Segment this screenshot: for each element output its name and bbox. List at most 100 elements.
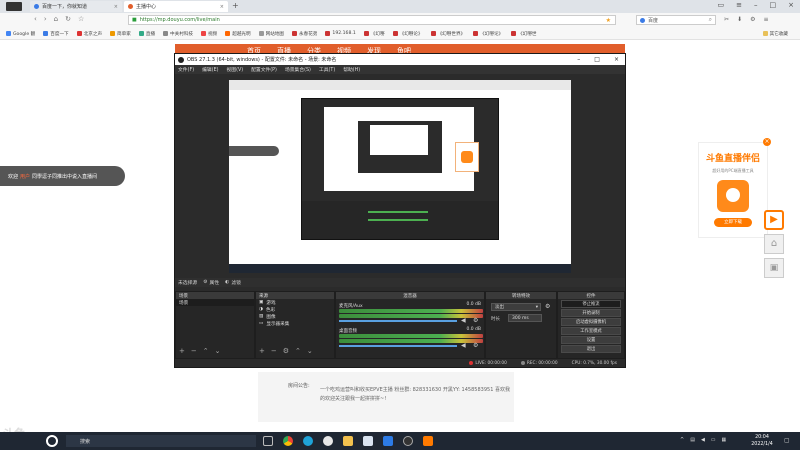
forward-icon[interactable]: › — [44, 15, 47, 23]
scene-item[interactable]: 场景 — [176, 299, 254, 306]
start-recording-button[interactable]: 开始录制 — [561, 309, 621, 317]
obs-preview-canvas[interactable] — [229, 80, 571, 273]
bookmark-item[interactable]: 超越光明 — [225, 31, 251, 37]
close-window-button[interactable]: × — [614, 56, 619, 63]
battery-icon[interactable]: ▭ — [711, 437, 716, 443]
bookmark-item[interactable]: 直播 — [138, 31, 155, 37]
back-icon[interactable]: ‹ — [34, 15, 37, 23]
menu-icon[interactable]: ≡ — [763, 16, 768, 23]
notification-icon[interactable]: ▢ — [784, 437, 790, 444]
source-item[interactable]: ▨ 图像 — [256, 313, 334, 320]
extension-icon[interactable]: ⚙ — [750, 16, 755, 23]
bookmark-item[interactable]: 北京之声 — [76, 31, 102, 37]
stop-streaming-button[interactable]: 停止推流 — [561, 300, 621, 308]
source-item[interactable]: ▭ 显示器采集 — [256, 320, 334, 327]
bookmark-item[interactable]: 《幻嘢 — [363, 31, 385, 37]
move-down-icon[interactable]: ⌄ — [307, 347, 313, 355]
menu-tools[interactable]: 工具(T) — [319, 66, 335, 73]
bookmark-item[interactable]: 《幻嘢论》 — [392, 31, 423, 37]
bookmark-item[interactable]: 《幻嘢论》 — [473, 31, 503, 37]
extension-icon[interactable]: ⬇ — [737, 16, 742, 23]
add-icon[interactable]: + — [259, 347, 265, 355]
speaker-icon[interactable]: ◀ — [461, 317, 466, 324]
obs-taskbar-icon[interactable] — [403, 436, 413, 446]
menu-profile[interactable]: 配置文件(P) — [251, 66, 277, 73]
menu-view[interactable]: 视图(V) — [226, 66, 243, 73]
add-icon[interactable]: + — [179, 347, 185, 355]
bookmark-item[interactable]: 《幻嘢世界》 — [430, 31, 465, 37]
minimize-button[interactable]: – — [754, 1, 758, 9]
volume-slider[interactable] — [339, 345, 457, 347]
menu-scene-collection[interactable]: 场景集合(S) — [285, 66, 311, 73]
chevron-up-icon[interactable]: ^ — [680, 437, 684, 443]
studio-mode-button[interactable]: 工作室模式 — [561, 327, 621, 335]
bookmark-item[interactable]: 百度一下 — [43, 31, 69, 37]
source-item[interactable]: ▣ 游戏 — [256, 299, 334, 306]
url-field[interactable]: ■ https://mp.douyu.com/live/main ★ — [128, 15, 616, 25]
settings-button[interactable]: 设置 — [561, 336, 621, 344]
chrome-icon[interactable] — [283, 436, 293, 446]
tab-baidu[interactable]: 百度一下，你就知道 × — [30, 1, 122, 12]
promo-close-icon[interactable]: × — [763, 138, 771, 146]
bookmark-item[interactable]: 视频 — [201, 31, 217, 37]
transition-settings-icon[interactable]: ⚙ — [545, 303, 550, 310]
reload-icon[interactable]: ↻ — [65, 15, 71, 23]
close-icon[interactable]: × — [114, 4, 118, 10]
menu-edit[interactable]: 编辑(E) — [202, 66, 218, 73]
move-down-icon[interactable]: ⌄ — [215, 347, 221, 355]
bookmark-item[interactable]: 192.168.1 — [325, 31, 356, 36]
taskbar-search[interactable]: 搜索 — [66, 435, 256, 447]
menu-icon[interactable]: ≡ — [736, 1, 742, 9]
volume-slider[interactable] — [339, 320, 457, 322]
bookmark-star-icon[interactable]: ★ — [606, 17, 611, 24]
app-side-button[interactable]: ▣ — [764, 258, 784, 278]
app-icon[interactable] — [363, 436, 373, 446]
exit-button[interactable]: 退出 — [561, 345, 621, 353]
maximize-button[interactable]: □ — [770, 1, 777, 9]
volume-icon[interactable]: ◀ — [701, 437, 705, 443]
tab-anchor-center[interactable]: 主播中心 × — [124, 1, 228, 12]
virtual-camera-button[interactable]: 启动虚拟摄像机 — [561, 318, 621, 326]
video-side-button[interactable]: ▶ — [764, 210, 784, 230]
source-item[interactable]: ◑ 色彩 — [256, 306, 334, 313]
bookmark-item[interactable]: 中关村科技 — [163, 31, 193, 37]
remove-icon[interactable]: − — [191, 347, 197, 355]
promo-download-button[interactable]: 立即下载 — [714, 218, 752, 227]
extension-icon[interactable]: ✂ — [724, 16, 729, 23]
edge-icon[interactable] — [303, 436, 313, 446]
move-up-icon[interactable]: ⌃ — [203, 347, 209, 355]
bookmark-item[interactable]: 简单家 — [110, 31, 131, 37]
minimize-button[interactable]: – — [577, 56, 580, 63]
network-icon[interactable]: ▤ — [690, 437, 695, 443]
home-icon[interactable]: ⌂ — [54, 15, 58, 23]
keyboard-icon[interactable]: ▦ — [722, 437, 727, 443]
search-box[interactable]: 百度 ⌕ — [636, 15, 716, 25]
menu-file[interactable]: 文件(F) — [178, 66, 194, 73]
filters-button[interactable]: ◐ 滤镜 — [225, 279, 241, 286]
menu-help[interactable]: 帮助(H) — [343, 66, 360, 73]
app-icon[interactable] — [383, 436, 393, 446]
duration-input[interactable]: 300 ms — [508, 314, 542, 322]
search-icon[interactable]: ⌕ — [709, 16, 712, 24]
gear-icon[interactable]: ⚙ — [473, 342, 478, 349]
move-up-icon[interactable]: ⌃ — [295, 347, 301, 355]
gear-icon[interactable]: ⚙ — [473, 317, 478, 324]
skin-icon[interactable]: ▭ — [718, 1, 725, 9]
app-icon[interactable] — [323, 436, 333, 446]
douyu-taskbar-icon[interactable] — [423, 436, 433, 446]
taskbar-clock[interactable]: 20:04 2022/1/4 — [748, 434, 776, 448]
other-bookmarks[interactable]: 其它收藏 — [762, 31, 788, 37]
close-icon[interactable]: × — [220, 4, 224, 10]
task-view-icon[interactable] — [263, 436, 273, 446]
home-side-button[interactable]: ⌂ — [764, 234, 784, 254]
start-button[interactable] — [46, 435, 58, 447]
properties-button[interactable]: ⚙ 属性 — [203, 279, 219, 286]
maximize-button[interactable]: □ — [594, 56, 600, 63]
close-window-button[interactable]: × — [788, 1, 794, 9]
bookmark-item[interactable]: Google 翻 — [6, 31, 35, 37]
gear-icon[interactable]: ⚙ — [283, 347, 289, 355]
bookmark-item[interactable]: 《幻嘢世 — [511, 31, 537, 37]
star-icon[interactable]: ☆ — [78, 15, 84, 23]
bookmark-item[interactable]: 网站地图 — [258, 31, 284, 37]
new-tab-button[interactable]: + — [232, 1, 239, 10]
